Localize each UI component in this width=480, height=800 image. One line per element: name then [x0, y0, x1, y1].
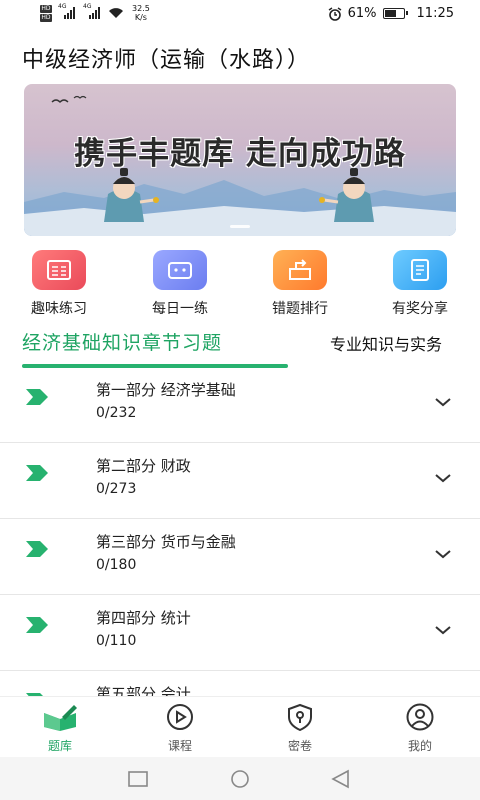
signal-label-2: 4G	[83, 3, 92, 10]
status-right: 61% 11:25	[328, 6, 454, 21]
chapter-flag-icon	[26, 541, 48, 557]
clock: 11:25	[416, 6, 454, 21]
system-navigation-bar	[0, 757, 480, 800]
chapter-item[interactable]: 第二部分 财政 0/273	[0, 443, 480, 519]
nav-label: 我的	[407, 739, 432, 753]
hd-badge-2: HD 2	[40, 13, 52, 29]
nav-secret-papers[interactable]: 密卷	[260, 703, 340, 754]
chapter-progress: 0/232	[96, 405, 137, 421]
nav-label: 题库	[47, 739, 72, 753]
shortcut-label: 有奖分享	[392, 301, 448, 317]
mistakes-icon	[273, 250, 327, 290]
page-title: 中级经济师（运输（水路））	[22, 48, 311, 73]
promo-banner[interactable]: 携手丰题库 走向成功路	[24, 84, 456, 236]
chevron-down-icon[interactable]	[434, 473, 452, 483]
speed-unit: K/s	[134, 13, 147, 22]
shortcut-daily-practice[interactable]: 每日一练	[135, 250, 225, 318]
practice-icon	[32, 250, 86, 290]
recent-apps-icon[interactable]	[128, 771, 148, 787]
battery-percent: 61%	[347, 6, 377, 21]
chapter-flag-icon	[26, 465, 48, 481]
share-icon	[393, 250, 447, 290]
chapter-title: 第四部分 统计	[96, 609, 191, 627]
chapter-title: 第一部分 经济学基础	[96, 381, 236, 399]
chevron-down-icon[interactable]	[434, 397, 452, 407]
chapter-item[interactable]: 第四部分 统计 0/110	[0, 595, 480, 671]
nav-profile[interactable]: 我的	[380, 703, 460, 754]
shortcut-label: 错题排行	[272, 301, 328, 317]
daily-icon	[153, 250, 207, 290]
chapter-item[interactable]: 第一部分 经济学基础 0/232	[0, 367, 480, 443]
hd-badge-1: HD 1	[40, 4, 52, 20]
status-bar: HD 1 HD 2 4G 4G 32.5 K/s 61% 11:25	[0, 0, 480, 30]
profile-icon	[406, 703, 434, 731]
lock-shield-icon	[288, 703, 312, 732]
home-icon[interactable]	[229, 770, 251, 788]
tab-professional-practice[interactable]: 专业知识与实务	[330, 331, 442, 355]
wifi-icon	[109, 8, 123, 18]
bottom-nav: 题库 课程 密卷 我的	[0, 697, 480, 757]
chapter-flag-icon	[26, 389, 48, 405]
shortcut-label: 趣味练习	[31, 301, 87, 317]
hd-badges: HD 1 HD 2	[40, 4, 52, 29]
chapter-progress: 0/180	[96, 557, 137, 573]
chapter-progress: 0/273	[96, 481, 137, 497]
back-icon[interactable]	[330, 769, 352, 789]
speed-value: 32.5	[132, 4, 150, 13]
battery-icon	[382, 8, 408, 19]
shortcut-mistake-ranking[interactable]: 错题排行	[255, 250, 345, 318]
chapter-item[interactable]: 第三部分 货币与金融 0/180	[0, 519, 480, 595]
shortcut-label: 每日一练	[152, 301, 208, 317]
nav-label: 密卷	[287, 739, 312, 753]
chapter-flag-icon	[26, 617, 48, 633]
signal-label-1: 4G	[58, 3, 67, 10]
chapter-progress: 0/110	[96, 633, 137, 649]
question-bank-icon	[44, 705, 77, 731]
nav-question-bank[interactable]: 题库	[20, 703, 100, 754]
signal-icon-2: 4G	[83, 3, 100, 19]
shortcut-fun-practice[interactable]: 趣味练习	[14, 250, 104, 318]
banner-headline: 携手丰题库 走向成功路	[74, 136, 406, 172]
banner-indicator	[230, 225, 250, 228]
nav-courses[interactable]: 课程	[140, 703, 220, 754]
chevron-down-icon[interactable]	[434, 549, 452, 559]
chevron-down-icon[interactable]	[434, 625, 452, 635]
network-indicators: HD 1 HD 2 4G 4G 32.5 K/s	[40, 3, 150, 29]
shortcut-row: 趣味练习 每日一练 错题排行 有奖分享	[0, 250, 480, 320]
signal-icon-1: 4G	[58, 3, 75, 19]
nav-label: 课程	[167, 739, 192, 753]
tab-economic-basics[interactable]: 经济基础知识章节习题	[22, 328, 222, 355]
shortcut-reward-share[interactable]: 有奖分享	[375, 250, 465, 318]
network-speed: 32.5 K/s	[132, 4, 150, 22]
alarm-icon	[328, 6, 342, 21]
chapter-title: 第三部分 货币与金融	[96, 533, 236, 551]
play-icon	[167, 704, 193, 730]
chapter-title: 第二部分 财政	[96, 457, 191, 475]
